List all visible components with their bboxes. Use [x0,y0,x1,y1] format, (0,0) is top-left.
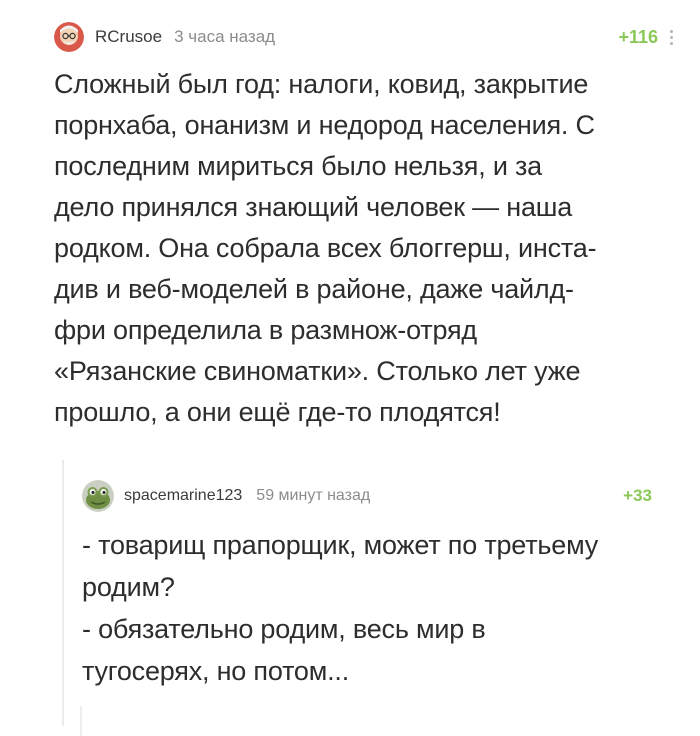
reply-author[interactable]: spacemarine123 [124,487,242,505]
comment-text: Сложный был год: налоги, ковид, закрытие… [54,69,597,427]
reply-header: spacemarine123 59 минут назад +33 [82,480,652,512]
frog-avatar-icon[interactable] [82,480,114,512]
reply-text: - товарищ прапорщик, может по третьему р… [82,530,599,686]
reply-thread-line[interactable] [80,706,82,736]
reply-rating[interactable]: +33 [623,486,652,506]
comment-reply: spacemarine123 59 минут назад +33 - това… [0,460,700,736]
more-vertical-icon[interactable] [664,26,678,48]
comment-header: RCrusoe 3 часа назад +116 [54,22,678,52]
reply-thread: spacemarine123 59 минут назад +33 - това… [0,460,700,736]
comment-rating[interactable]: +116 [618,27,658,48]
grandpa-avatar-icon[interactable] [54,22,84,52]
comment-author[interactable]: RCrusoe [95,27,162,47]
comment-timestamp[interactable]: 3 часа назад [174,27,275,47]
reply-timestamp[interactable]: 59 минут назад [256,487,370,505]
